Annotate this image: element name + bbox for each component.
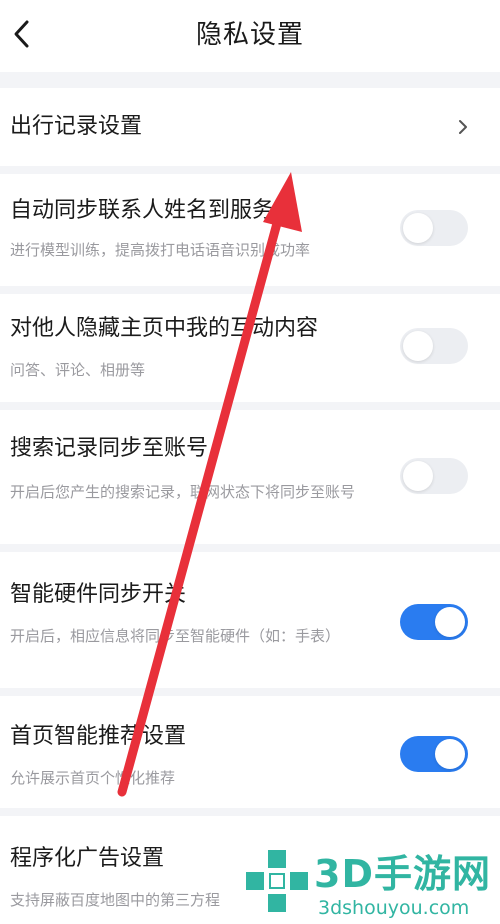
row-label: 智能硬件同步开关 (10, 582, 187, 607)
row-label: 对他人隐藏主页中我的互动内容 (10, 316, 319, 341)
home-recommend-toggle[interactable] (400, 736, 468, 772)
row-description: 开启后您产生的搜索记录，联网状态下将同步至账号 (10, 483, 356, 501)
page-title: 隐私设置 (195, 20, 304, 50)
row-label: 程序化广告设置 (10, 846, 165, 871)
watermark-url: 3dshouyou.com (318, 897, 470, 919)
toggle-knob (435, 739, 465, 769)
sync-contacts-toggle[interactable] (400, 210, 468, 246)
chevron-right-icon (459, 120, 467, 134)
row-travel-record[interactable]: 出行记录设置 (0, 88, 500, 166)
toggle-knob (403, 461, 433, 491)
row-description: 开启后，相应信息将同步至智能硬件（如：手表） (10, 627, 341, 645)
row-smart-hardware: 智能硬件同步开关 开启后，相应信息将同步至智能硬件（如：手表） (0, 552, 500, 688)
header: 隐私设置 (0, 0, 500, 72)
row-home-recommend: 首页智能推荐设置 允许展示首页个性化推荐 (0, 696, 500, 808)
search-sync-toggle[interactable] (400, 458, 468, 494)
smart-hardware-toggle[interactable] (400, 604, 468, 640)
row-description: 问答、评论、相册等 (10, 361, 146, 379)
row-description: 允许展示首页个性化推荐 (10, 769, 176, 787)
toggle-knob (403, 331, 433, 361)
row-description: 进行模型训练，提高拨打电话语音识别成功率 (10, 241, 311, 259)
row-sync-contacts: 自动同步联系人姓名到服务端 进行模型训练，提高拨打电话语音识别成功率 (0, 174, 500, 286)
toggle-knob (403, 213, 433, 243)
watermark-logo-icon (246, 850, 308, 912)
toggle-knob (435, 607, 465, 637)
watermark-text: 3D手游网 (314, 852, 491, 896)
row-search-sync: 搜索记录同步至账号 开启后您产生的搜索记录，联网状态下将同步至账号 (0, 410, 500, 544)
row-label: 出行记录设置 (10, 114, 143, 139)
row-label: 搜索记录同步至账号 (10, 436, 209, 461)
hide-interactions-toggle[interactable] (400, 328, 468, 364)
row-label: 自动同步联系人姓名到服务端 (10, 198, 297, 223)
row-hide-interactions: 对他人隐藏主页中我的互动内容 问答、评论、相册等 (0, 294, 500, 402)
row-label: 首页智能推荐设置 (10, 724, 187, 749)
